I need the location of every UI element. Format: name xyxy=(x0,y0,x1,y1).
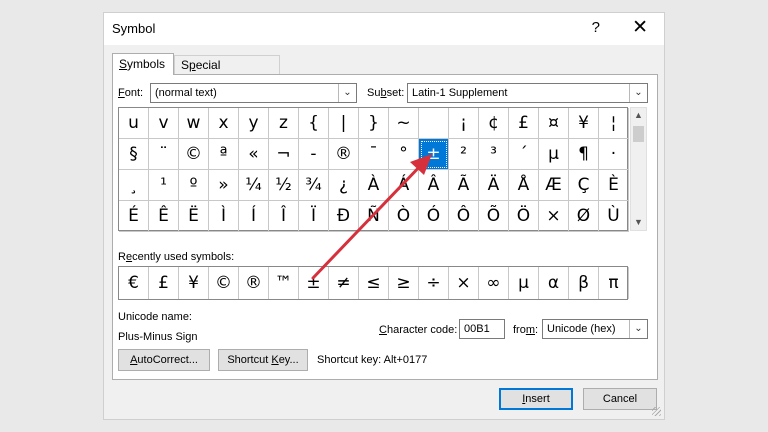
tab-symbols-hotkey: S xyxy=(119,57,128,71)
tab-symbols[interactable]: Symbols xyxy=(112,53,174,75)
annotation-arrow-line xyxy=(311,160,426,280)
tab-symbols-label: ymbols xyxy=(127,57,166,71)
